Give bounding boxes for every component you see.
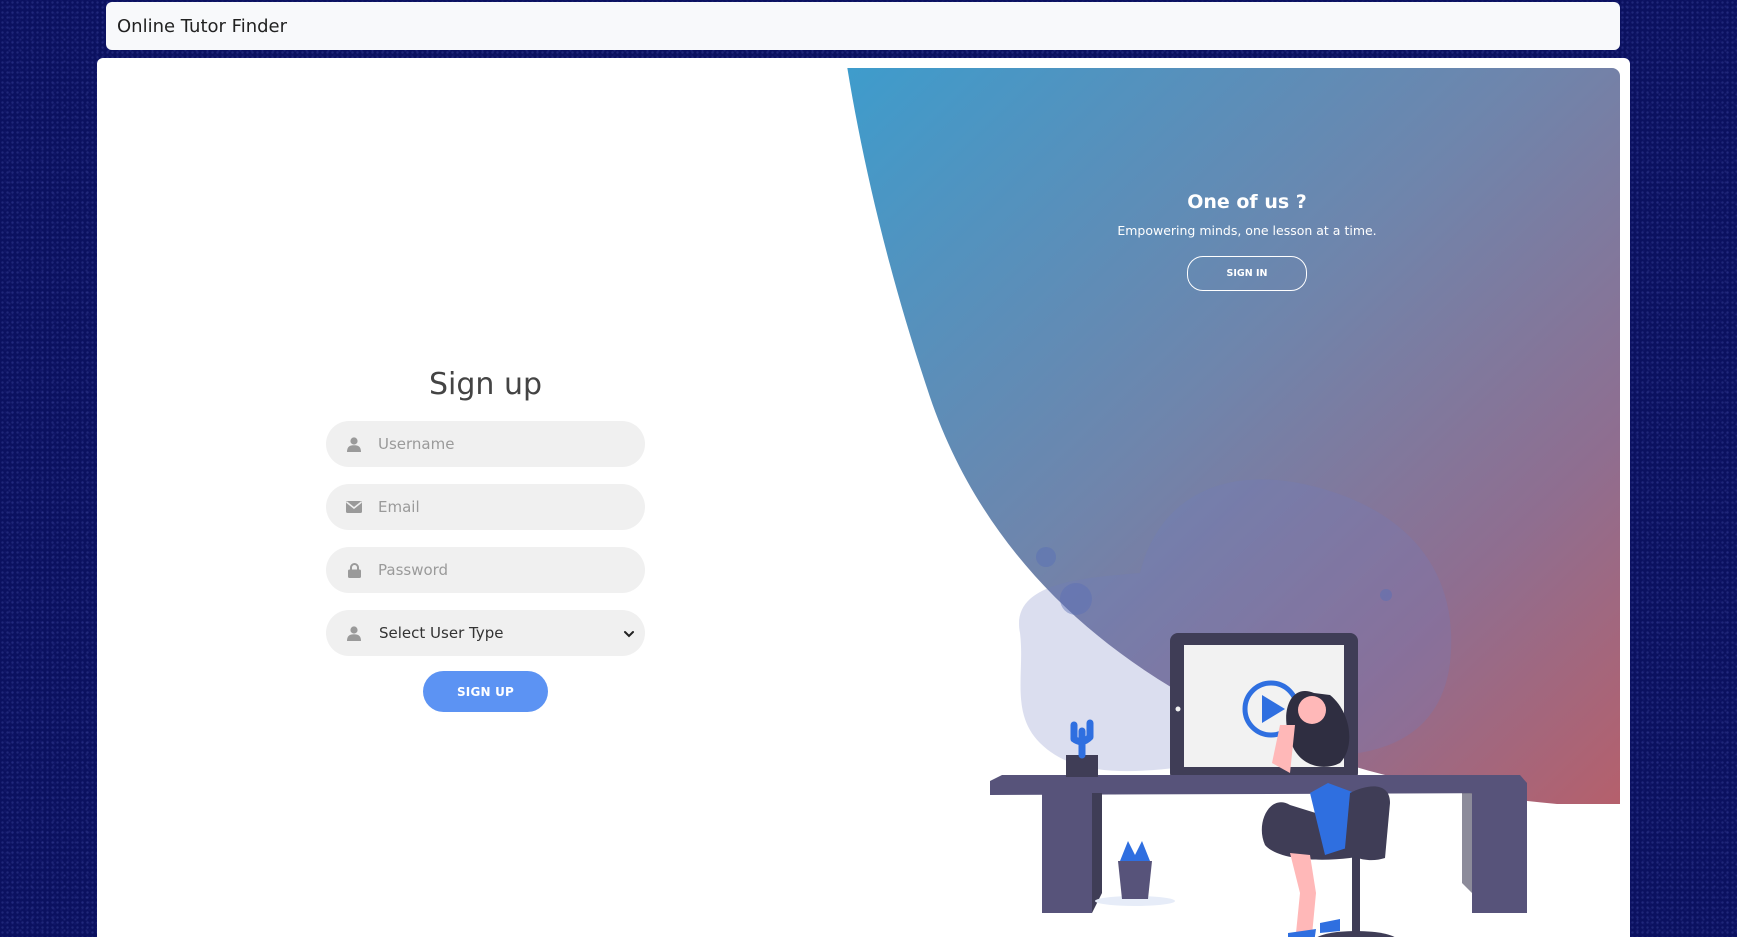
signup-button[interactable]: SIGN UP: [423, 671, 548, 712]
navbar-brand[interactable]: Online Tutor Finder: [117, 16, 287, 37]
decor-dot: [1380, 589, 1392, 601]
password-field[interactable]: [326, 547, 645, 593]
decor-dot: [1036, 547, 1056, 567]
user-type-select[interactable]: Select User Type: [326, 610, 645, 656]
user-type-selected-value: Select User Type: [379, 624, 504, 642]
online-learning-illustration: [990, 479, 1527, 937]
user-icon: [346, 625, 362, 641]
email-input[interactable]: [376, 497, 620, 517]
panel-subtitle: Empowering minds, one lesson at a time.: [1117, 223, 1377, 238]
signup-title: Sign up: [428, 367, 543, 402]
envelope-icon: [346, 499, 362, 515]
chevron-down-icon: [623, 625, 635, 644]
signup-form: Sign up Select User Type: [326, 363, 645, 712]
desk: [990, 775, 1527, 913]
signin-panel: One of us ? Empowering minds, one lesson…: [1097, 188, 1397, 291]
lock-icon: [346, 562, 362, 578]
decor-dot: [1060, 583, 1092, 615]
auth-card: Sign up Select User Type: [97, 58, 1630, 937]
password-input[interactable]: [376, 560, 620, 580]
username-field[interactable]: [326, 421, 645, 467]
user-icon: [346, 436, 362, 452]
email-field[interactable]: [326, 484, 645, 530]
username-input[interactable]: [376, 434, 620, 454]
panel-title: One of us ?: [1187, 191, 1307, 213]
signin-button[interactable]: SIGN IN: [1187, 256, 1307, 291]
floor-plant: [1095, 841, 1175, 906]
navbar: Online Tutor Finder: [106, 2, 1620, 50]
